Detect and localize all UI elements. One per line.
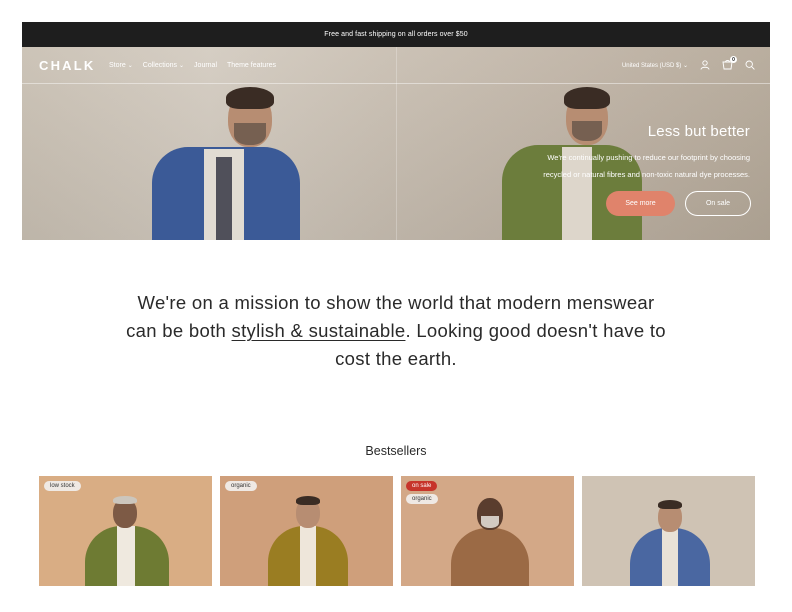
product-image [260,496,360,586]
account-icon[interactable] [700,60,710,70]
product-image [79,496,179,586]
hero-banner: CHALK Store ⌄ Collections ⌄ Journal Theme … [22,47,770,240]
cart-count-badge: 0 [730,56,737,63]
nav-item-collections[interactable]: Collections ⌄ [143,62,184,69]
nav-utilities: United States (USD $) ⌄ 0 [622,56,755,70]
search-icon[interactable] [745,60,755,70]
hero-model-left [152,87,322,240]
chevron-down-icon: ⌄ [682,62,688,69]
bestsellers-heading: Bestsellers [365,444,427,458]
product-card[interactable]: on sale organic [401,476,574,586]
main-navigation: CHALK Store ⌄ Collections ⌄ Journal Theme … [22,47,770,84]
chevron-down-icon: ⌄ [179,62,185,69]
nav-item-store[interactable]: Store ⌄ [109,62,133,69]
page-frame: Free and fast shipping on all orders ove… [22,22,770,240]
badge-organic: organic [225,481,257,491]
product-image [622,496,722,586]
hero-content: Less but better We're continually pushin… [530,123,751,216]
product-card[interactable]: low stock [39,476,212,586]
nav-item-theme-features[interactable]: Theme features [227,62,276,69]
mission-statement: We're on a mission to show the world tha… [126,292,666,369]
product-grid: low stock organic on sale organic [39,476,755,586]
chevron-down-icon: ⌄ [127,62,133,69]
mission-link[interactable]: stylish & sustainable [232,320,406,341]
product-card[interactable]: organic [220,476,393,586]
badge-on-sale: on sale [406,481,438,491]
announcement-text: Free and fast shipping on all orders ove… [324,31,468,38]
badge-organic: organic [406,494,438,504]
hero-subtitle: We're continually pushing to reduce our … [543,153,750,179]
nav-menu: Store ⌄ Collections ⌄ Journal Theme featur… [109,62,276,69]
badge-low-stock: low stock [44,481,81,491]
currency-selector[interactable]: United States (USD $) ⌄ [622,62,688,69]
see-more-button[interactable]: See more [606,191,675,216]
announcement-bar: Free and fast shipping on all orders ove… [22,22,770,47]
product-image [441,496,541,586]
hero-title: Less but better [647,123,750,140]
cart-icon[interactable]: 0 [722,56,737,70]
on-sale-button[interactable]: On sale [685,191,751,216]
brand-logo[interactable]: CHALK [39,58,109,73]
hero-buttons: See more On sale [530,191,751,216]
product-card[interactable] [582,476,755,586]
nav-item-journal[interactable]: Journal [194,62,217,69]
